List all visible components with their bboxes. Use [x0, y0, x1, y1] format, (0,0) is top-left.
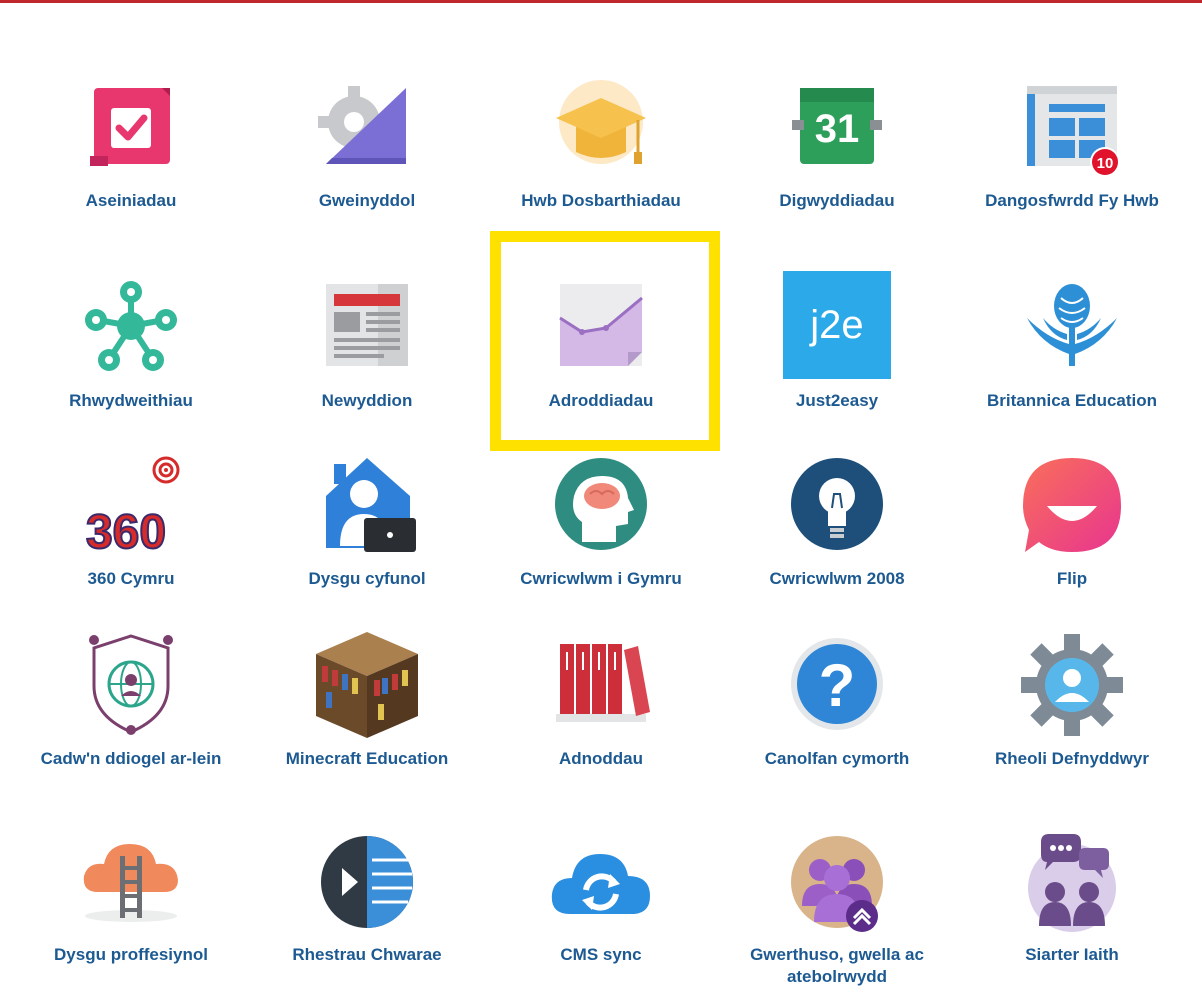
tile-label: Aseiniadau — [85, 191, 177, 210]
tile-label: Britannica Education — [986, 391, 1158, 410]
svg-text:360: 360 — [86, 506, 166, 559]
app-tile-cms-sync[interactable]: CMS sync — [491, 832, 711, 972]
tile-label: Digwyddiadau — [779, 191, 895, 210]
tile-label: Cadw'n ddiogel ar-lein — [40, 749, 222, 768]
tile-label: Dangosfwrdd Fy Hwb — [985, 191, 1159, 210]
admin-gear-icon — [312, 80, 422, 190]
app-tile-adroddiadau[interactable]: Adroddiadau — [491, 278, 711, 418]
app-tile-dangosfwrdd-fy-hwb[interactable]: 10 Dangosfwrdd Fy Hwb — [962, 80, 1182, 240]
app-tile-just2easy[interactable]: j2e Just2easy — [727, 271, 947, 418]
tile-label: Dysgu cyfunol — [308, 569, 426, 588]
tile-label: Adroddiadau — [548, 391, 654, 410]
network-icon — [76, 278, 186, 388]
brain-head-icon — [546, 456, 656, 566]
tile-label: Adnoddau — [558, 749, 644, 768]
tile-label: Just2easy — [795, 391, 879, 410]
tile-label: Rhwydweithiau — [69, 391, 193, 410]
britannica-thistle-icon — [1017, 278, 1127, 388]
svg-text:j2e: j2e — [809, 303, 863, 347]
top-border — [0, 0, 1202, 3]
language-charter-icon — [1017, 832, 1127, 942]
app-tile-rheoli-defnyddwyr[interactable]: Rheoli Defnyddwyr — [962, 630, 1182, 770]
tile-label: Cwricwlwm 2008 — [769, 569, 905, 588]
evaluation-people-icon — [782, 832, 892, 942]
tile-label: Rheoli Defnyddwyr — [995, 749, 1149, 768]
playlists-icon — [312, 832, 422, 942]
tile-label: Gwerthuso, gwella ac atebolrwydd — [750, 945, 924, 986]
flip-icon — [1017, 456, 1127, 566]
calendar-31-icon: 31 — [782, 80, 892, 190]
tile-label: Hwb Dosbarthiadau — [521, 191, 681, 210]
app-tile-newyddion[interactable]: Newyddion — [257, 278, 477, 418]
svg-text:?: ? — [819, 652, 856, 719]
tile-label: Cwricwlwm i Gymru — [520, 569, 682, 588]
app-tile-flip[interactable]: Flip — [962, 456, 1182, 596]
dashboard-icon: 10 — [1017, 80, 1127, 190]
tile-label: Siarter Iaith — [1025, 945, 1119, 964]
minecraft-bookshelf-icon — [312, 630, 422, 740]
blended-learning-icon — [312, 456, 422, 566]
newspaper-icon — [312, 278, 422, 388]
app-tile-dysgu-proffesiynol[interactable]: Dysgu proffesiynol — [21, 832, 241, 972]
resources-books-icon — [546, 630, 656, 740]
app-tile-rhestrau-chwarae[interactable]: Rhestrau Chwarae — [257, 832, 477, 972]
tile-label: Rhestrau Chwarae — [292, 945, 442, 964]
lightbulb-icon — [782, 456, 892, 566]
cms-sync-cloud-icon — [546, 832, 656, 942]
app-tile-digwyddiadau[interactable]: 31 Digwyddiadau — [727, 80, 947, 220]
app-tile-siarter-iaith[interactable]: Siarter Iaith — [962, 832, 1182, 972]
tile-label: CMS sync — [560, 945, 642, 964]
app-tile-gweinyddol[interactable]: Gweinyddol — [257, 80, 477, 220]
app-tile-cadwn-ddiogel-ar-lein[interactable]: Cadw'n ddiogel ar-lein — [21, 630, 241, 795]
user-management-gear-icon — [1017, 630, 1127, 740]
tile-label: Dysgu proffesiynol — [54, 945, 208, 964]
notification-badge: 10 — [1097, 155, 1114, 172]
app-tile-cwricwlwm-2008[interactable]: Cwricwlwm 2008 — [727, 456, 947, 596]
app-tile-dysgu-cyfunol[interactable]: Dysgu cyfunol — [257, 456, 477, 596]
tile-label: Gweinyddol — [318, 191, 416, 210]
app-tile-britannica-education[interactable]: Britannica Education — [962, 278, 1182, 418]
app-tile-gwerthuso[interactable]: Gwerthuso, gwella ac atebolrwydd — [727, 832, 947, 997]
360-cymru-icon: 360 — [76, 456, 186, 566]
tile-label: 360 Cymru — [87, 569, 175, 588]
tile-label: Minecraft Education — [285, 749, 449, 768]
app-tile-aseiniadau[interactable]: Aseiniadau — [21, 80, 241, 220]
reports-chart-icon — [546, 278, 656, 388]
graduation-cap-icon — [546, 80, 656, 190]
svg-text:31: 31 — [815, 107, 860, 151]
app-tile-rhwydweithiau[interactable]: Rhwydweithiau — [21, 278, 241, 418]
app-tile-hwb-dosbarthiadau[interactable]: Hwb Dosbarthiadau — [491, 80, 711, 220]
app-tile-adnoddau[interactable]: Adnoddau — [491, 630, 711, 770]
tile-label: Canolfan cymorth — [764, 749, 910, 768]
professional-learning-cloud-icon — [76, 832, 186, 942]
app-tile-minecraft-education[interactable]: Minecraft Education — [257, 630, 477, 770]
app-tile-canolfan-cymorth[interactable]: ? Canolfan cymorth — [727, 630, 947, 770]
app-tile-cwricwlwm-i-gymru[interactable]: Cwricwlwm i Gymru — [491, 456, 711, 596]
tile-label: Newyddion — [321, 391, 413, 410]
j2e-icon: j2e — [782, 270, 892, 380]
app-tile-360-cymru[interactable]: 360 360 Cymru — [21, 456, 241, 596]
tile-label: Flip — [1056, 569, 1088, 588]
help-question-icon: ? — [782, 630, 892, 740]
online-safety-icon — [76, 630, 186, 740]
assignments-icon — [76, 80, 186, 190]
